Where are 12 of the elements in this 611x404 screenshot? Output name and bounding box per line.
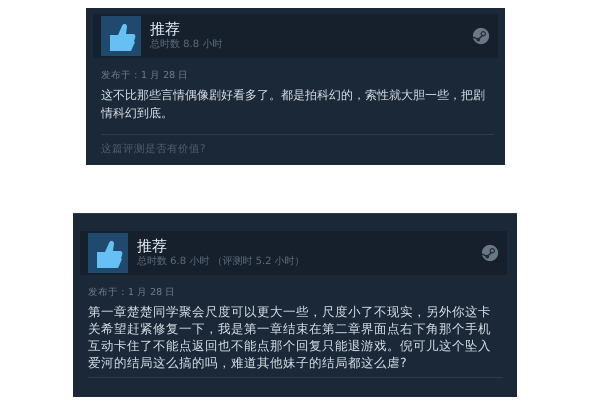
posted-date: 发布于：1 月 28 日	[88, 286, 176, 299]
review-text: 这不比那些言情偶像剧好看多了。都是拍科幻的，索性就大胆一些，把剧情科幻到底。	[101, 87, 486, 122]
steam-logo-icon	[472, 27, 490, 45]
thumbs-up-icon	[101, 16, 141, 56]
thumbs-up-icon	[88, 233, 128, 273]
playtime-text: 总时数 8.8 小时	[150, 38, 224, 52]
playtime-text: 总时数 6.8 小时 （评测时 5.2 小时）	[137, 255, 306, 269]
recommendation-label: 推荐	[137, 237, 168, 255]
review-text: 第一章楚楚同学聚会尺度可以更大一些，尺度小了不现实，另外你这卡关希望赶紧修复一下，我是第一章结束在第二章界面点右下角那个手机互动卡住了不能点返回也不能点那个回复只能退游戏。倪可儿这个坠入爱河的结局这么搞的吗，难道其他妹子的结局都这么虐?	[88, 303, 492, 371]
posted-date: 发布于：1 月 28 日	[101, 69, 190, 82]
recommendation-label: 推荐	[150, 20, 181, 38]
steam-logo-icon	[481, 244, 499, 262]
